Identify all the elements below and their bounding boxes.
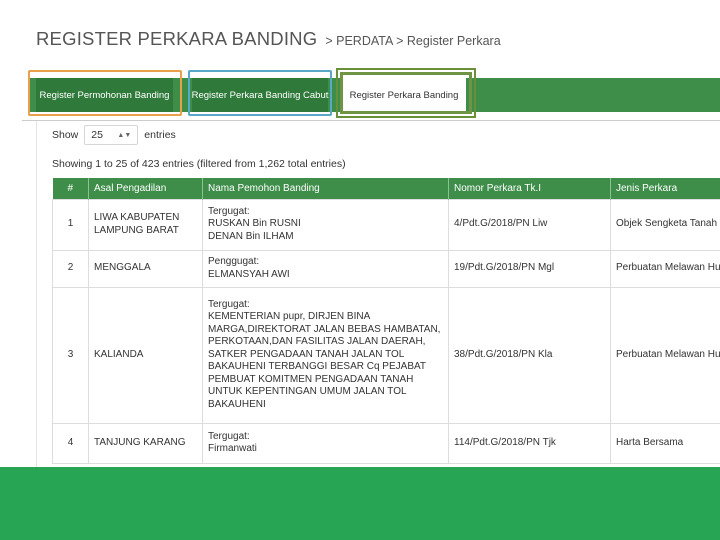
case-number: 38/Pdt.G/2018/PN Kla xyxy=(448,286,611,424)
length-menu: Show 25 ▲▼ entries xyxy=(52,124,176,146)
case-type: Harta Bersama xyxy=(610,422,720,464)
tab-bar: Register Permohonan Banding Register Per… xyxy=(28,78,720,112)
applicant-names: Tergugat: Firmanwati xyxy=(202,422,449,464)
table-row: 4 TANJUNG KARANG Tergugat: Firmanwati 11… xyxy=(52,422,720,464)
table-row: 2 MENGGALA Penggugat: ELMANSYAH AWI 19/P… xyxy=(52,249,720,288)
applicant-names: Tergugat: RUSKAN Bin RUSNI DENAN Bin ILH… xyxy=(202,198,449,251)
court-name: LIWA KABUPATEN LAMPUNG BARAT xyxy=(88,198,203,251)
column-header-jenis-perkara[interactable]: Jenis Perkara xyxy=(610,178,720,199)
court-name: KALIANDA xyxy=(88,286,203,424)
case-type: Perbuatan Melawan Hukum xyxy=(610,286,720,424)
column-header-nomor-perkara[interactable]: Nomor Perkara Tk.I xyxy=(448,178,611,199)
page-header: REGISTER PERKARA BANDING > PERDATA > Reg… xyxy=(36,28,501,52)
divider xyxy=(22,120,720,121)
court-name: TANJUNG KARANG xyxy=(88,422,203,464)
row-number: 2 xyxy=(52,249,89,288)
table-row: 3 KALIANDA Tergugat: KEMENTERIAN pupr, D… xyxy=(52,286,720,424)
table-row: 1 LIWA KABUPATEN LAMPUNG BARAT Tergugat:… xyxy=(52,198,720,251)
divider-vertical xyxy=(36,121,37,467)
chevron-up-down-icon: ▲▼ xyxy=(117,131,132,139)
applicant-names: Tergugat: KEMENTERIAN pupr, DIRJEN BINA … xyxy=(202,286,449,424)
show-label: Show xyxy=(52,129,79,141)
table-info: Showing 1 to 25 of 423 entries (filtered… xyxy=(52,158,346,170)
tab-register-perkara-banding[interactable]: Register Perkara Banding xyxy=(342,78,466,112)
table-header-row: # Asal Pengadilan Nama Pemohon Banding N… xyxy=(52,178,720,199)
breadcrumb: > PERDATA > Register Perkara xyxy=(325,34,501,48)
tab-register-permohonan-banding[interactable]: Register Permohonan Banding xyxy=(36,78,173,112)
entries-per-page-select[interactable]: 25 ▲▼ xyxy=(84,125,139,145)
case-type: Objek Sengketa Tanah xyxy=(610,198,720,251)
row-number: 1 xyxy=(52,198,89,251)
case-type: Perbuatan Melawan Hukum xyxy=(610,249,720,288)
case-number: 114/Pdt.G/2018/PN Tjk xyxy=(448,422,611,464)
applicant-names: Penggugat: ELMANSYAH AWI xyxy=(202,249,449,288)
entries-label: entries xyxy=(144,129,176,141)
footer-band xyxy=(0,467,720,540)
court-name: MENGGALA xyxy=(88,249,203,288)
register-table: # Asal Pengadilan Nama Pemohon Banding N… xyxy=(52,178,720,464)
column-header-asal-pengadilan[interactable]: Asal Pengadilan xyxy=(88,178,203,199)
tab-register-perkara-banding-cabut[interactable]: Register Perkara Banding Cabut xyxy=(192,78,328,112)
case-number: 4/Pdt.G/2018/PN Liw xyxy=(448,198,611,251)
row-number: 4 xyxy=(52,422,89,464)
column-header-number[interactable]: # xyxy=(52,178,89,199)
page-title: REGISTER PERKARA BANDING xyxy=(36,28,318,49)
row-number: 3 xyxy=(52,286,89,424)
column-header-nama-pemohon[interactable]: Nama Pemohon Banding xyxy=(202,178,449,199)
case-number: 19/Pdt.G/2018/PN Mgl xyxy=(448,249,611,288)
entries-per-page-value: 25 xyxy=(91,129,103,141)
